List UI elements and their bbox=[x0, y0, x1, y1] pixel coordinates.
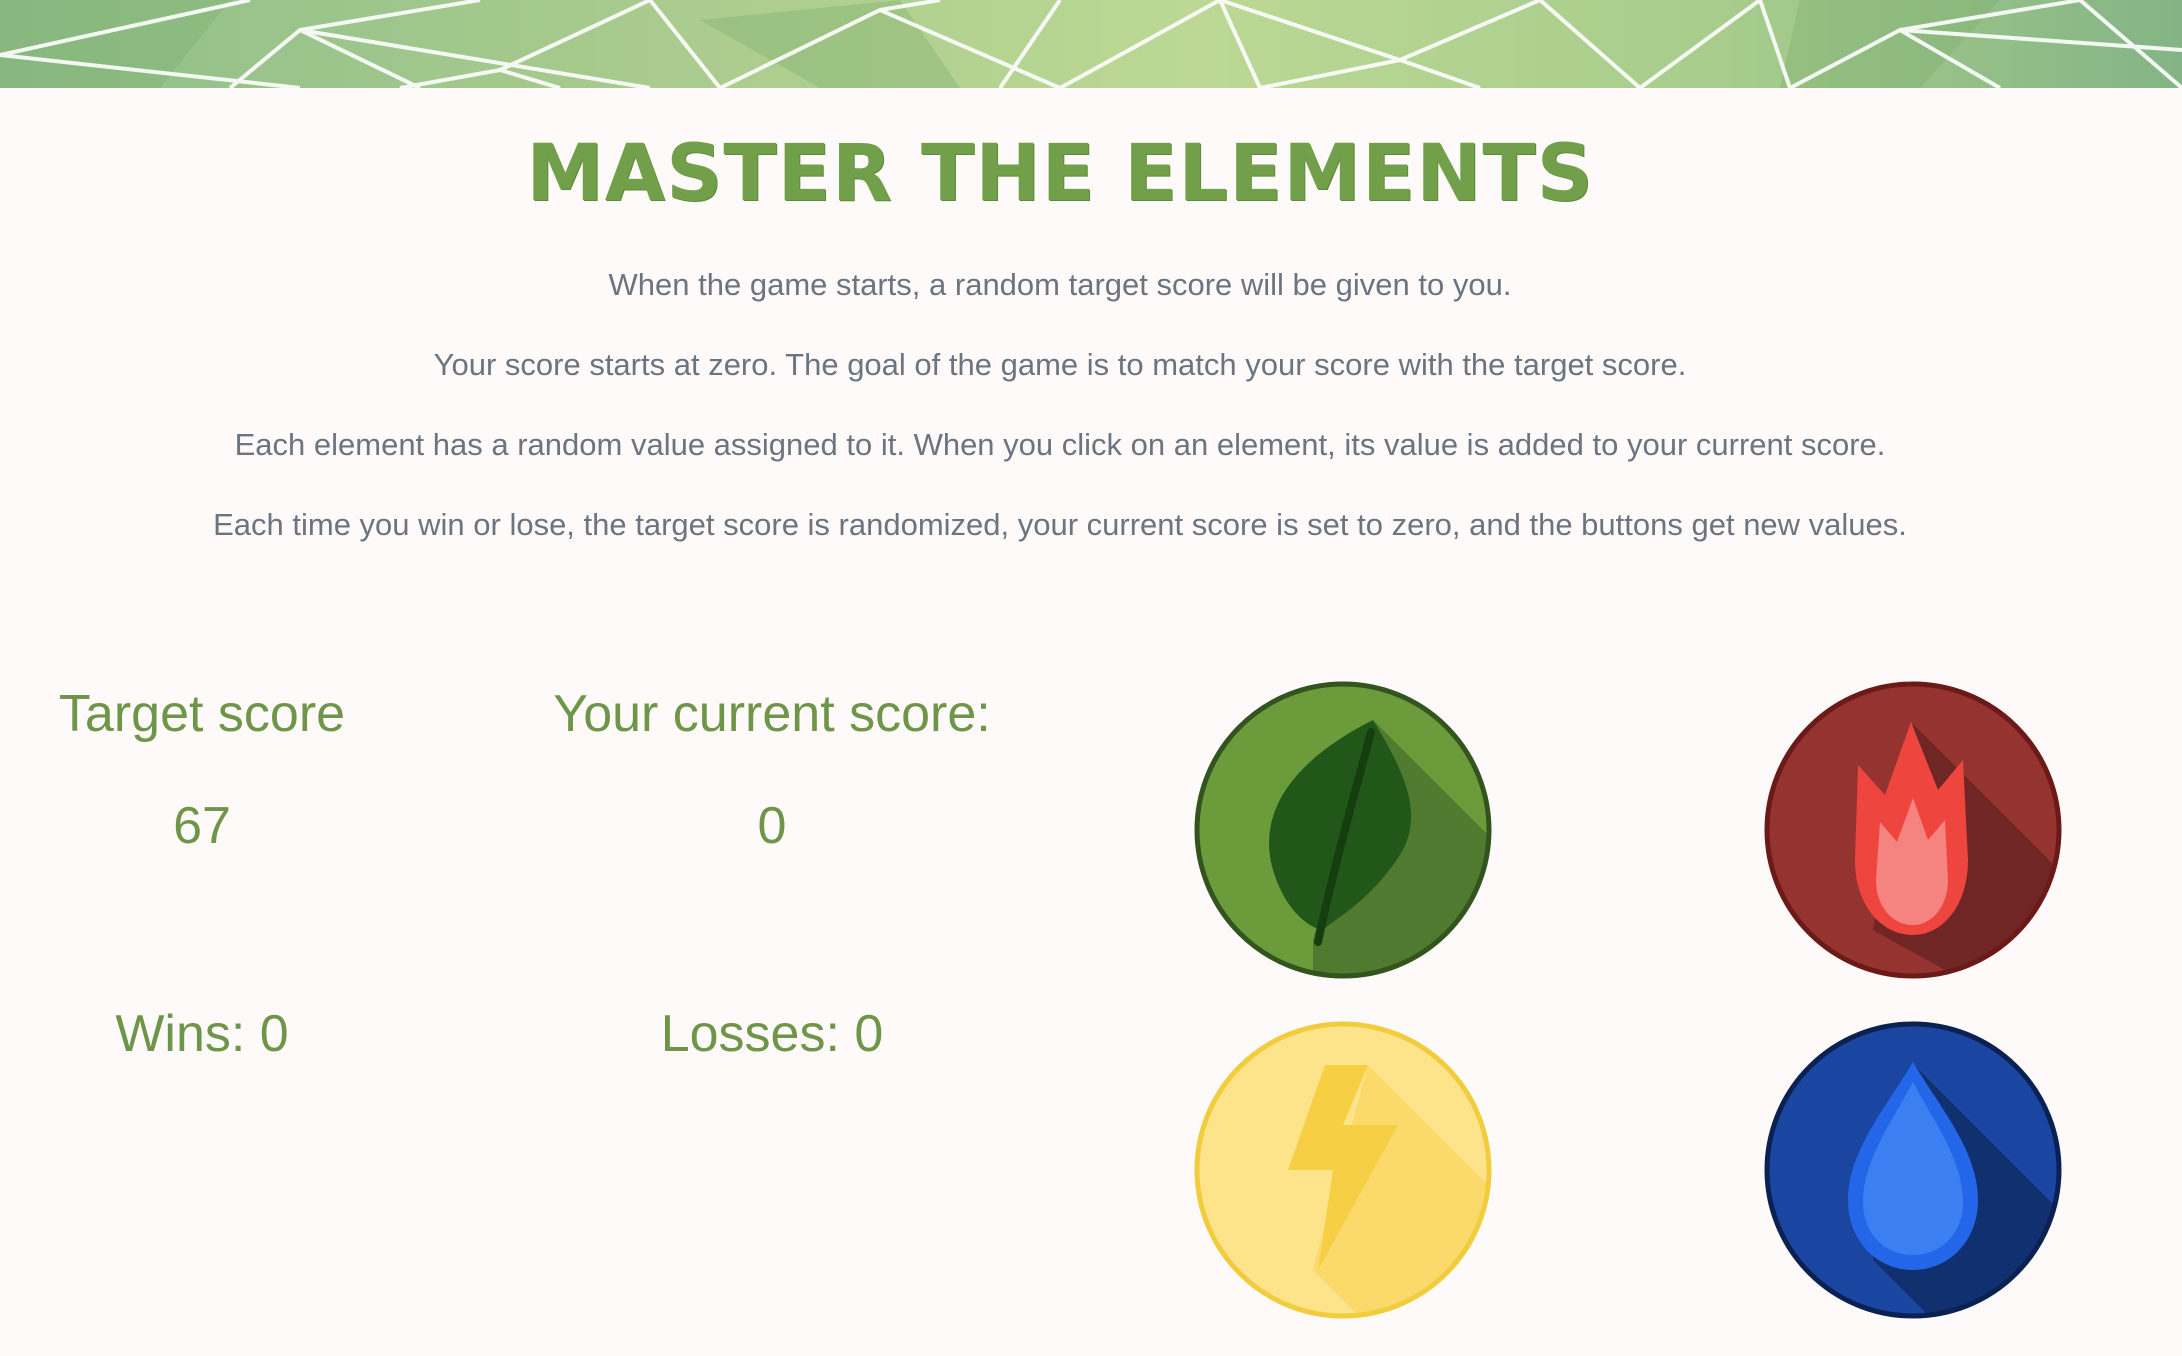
lightning-element-button[interactable] bbox=[1193, 1020, 1493, 1320]
water-element-button[interactable] bbox=[1763, 1020, 2063, 1320]
wins-counter: Wins: 0 bbox=[115, 1005, 289, 1063]
instruction-line-2: Your score starts at zero. The goal of t… bbox=[433, 347, 1687, 382]
target-score-label: Target score bbox=[58, 685, 346, 743]
losses-counter: Losses: 0 bbox=[660, 1005, 884, 1063]
fire-element-button[interactable] bbox=[1763, 680, 2063, 980]
current-score-label: Your current score: bbox=[553, 685, 991, 743]
instruction-line-3: Each element has a random value assigned… bbox=[234, 427, 1886, 462]
page-title: MASTER THE ELEMENTS bbox=[526, 129, 1594, 219]
instruction-line-4: Each time you win or lose, the target sc… bbox=[213, 507, 1907, 542]
header-banner bbox=[0, 0, 2182, 88]
current-score-value: 0 bbox=[757, 797, 787, 855]
earth-element-button[interactable] bbox=[1193, 680, 1493, 980]
target-score-value: 67 bbox=[173, 797, 231, 855]
instructions: When the game starts, a random target sc… bbox=[0, 258, 2120, 578]
instruction-line-1: When the game starts, a random target sc… bbox=[608, 267, 1512, 302]
